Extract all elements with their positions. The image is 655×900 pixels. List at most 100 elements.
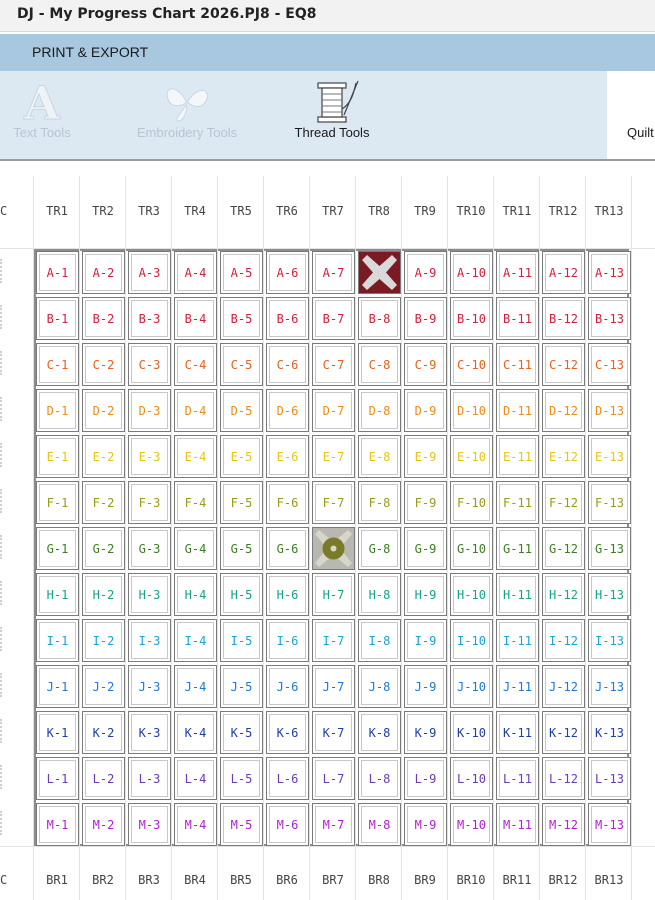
grid-cell[interactable]: G-12 <box>542 527 585 570</box>
grid-cell[interactable]: D-8 <box>358 389 401 432</box>
grid-cell[interactable]: H-6 <box>266 573 309 616</box>
grid-cell[interactable]: K-1 <box>36 711 79 754</box>
grid-cell[interactable]: F-1 <box>36 481 79 524</box>
grid-cell[interactable]: E-9 <box>404 435 447 478</box>
embroidery-tools-button[interactable]: Embroidery Tools <box>124 71 250 159</box>
grid-cell[interactable]: L-8 <box>358 757 401 800</box>
grid-cell[interactable]: G-11 <box>496 527 539 570</box>
grid-cell[interactable]: F-6 <box>266 481 309 524</box>
grid-cell[interactable]: M-10 <box>450 803 493 846</box>
grid-cell[interactable]: B-4 <box>174 297 217 340</box>
grid-cell[interactable]: M-3 <box>128 803 171 846</box>
text-tools-button[interactable]: A Text Tools <box>4 71 80 159</box>
grid-cell[interactable]: K-2 <box>82 711 125 754</box>
grid-cell[interactable]: H-7 <box>312 573 355 616</box>
grid-cell[interactable]: C-8 <box>358 343 401 386</box>
grid-cell[interactable]: F-4 <box>174 481 217 524</box>
grid-cell[interactable]: A-3 <box>128 251 171 294</box>
grid-cell[interactable]: I-8 <box>358 619 401 662</box>
grid-cell[interactable]: M-9 <box>404 803 447 846</box>
grid-cell[interactable]: H-1 <box>36 573 79 616</box>
grid-cell[interactable]: E-11 <box>496 435 539 478</box>
grid-cell[interactable]: I-9 <box>404 619 447 662</box>
grid-cell[interactable]: A-12 <box>542 251 585 294</box>
grid-cell[interactable]: H-10 <box>450 573 493 616</box>
grid-cell[interactable]: F-7 <box>312 481 355 524</box>
grid-cell[interactable]: K-12 <box>542 711 585 754</box>
grid-cell[interactable]: M-5 <box>220 803 263 846</box>
grid-cell[interactable]: H-3 <box>128 573 171 616</box>
grid-cell[interactable]: I-13 <box>588 619 631 662</box>
grid-cell[interactable]: D-7 <box>312 389 355 432</box>
grid-cell[interactable]: I-10 <box>450 619 493 662</box>
grid-cell[interactable]: B-1 <box>36 297 79 340</box>
grid-cell[interactable]: I-1 <box>36 619 79 662</box>
grid-cell[interactable]: A-10 <box>450 251 493 294</box>
grid-cell[interactable]: I-3 <box>128 619 171 662</box>
grid-cell[interactable]: L-10 <box>450 757 493 800</box>
grid-cell[interactable]: D-1 <box>36 389 79 432</box>
grid-cell[interactable]: L-1 <box>36 757 79 800</box>
grid-cell[interactable]: F-10 <box>450 481 493 524</box>
grid-cell[interactable]: K-8 <box>358 711 401 754</box>
grid-cell[interactable]: G-6 <box>266 527 309 570</box>
grid-cell[interactable]: J-13 <box>588 665 631 708</box>
grid-cell[interactable]: E-5 <box>220 435 263 478</box>
grid-cell[interactable]: L-2 <box>82 757 125 800</box>
grid-cell[interactable]: L-13 <box>588 757 631 800</box>
grid-cell[interactable]: B-10 <box>450 297 493 340</box>
grid-cell[interactable]: K-13 <box>588 711 631 754</box>
grid-cell[interactable]: D-11 <box>496 389 539 432</box>
grid-cell[interactable]: D-6 <box>266 389 309 432</box>
grid-cell[interactable]: K-4 <box>174 711 217 754</box>
grid-cell[interactable]: M-11 <box>496 803 539 846</box>
grid-cell[interactable]: G-2 <box>82 527 125 570</box>
grid-cell[interactable]: I-4 <box>174 619 217 662</box>
grid-cell[interactable]: G-9 <box>404 527 447 570</box>
grid-cell[interactable]: E-13 <box>588 435 631 478</box>
grid-cell[interactable]: A-5 <box>220 251 263 294</box>
grid-cell[interactable]: J-5 <box>220 665 263 708</box>
grid-cell[interactable]: D-2 <box>82 389 125 432</box>
grid-cell[interactable]: G-13 <box>588 527 631 570</box>
quilt-canvas[interactable]: C C TR1 TR2 TR3 TR4 TR5 TR6 TR7 TR8 TR9 TR10 TR11 T… <box>0 162 655 900</box>
placed-block-maroon-cross-block[interactable] <box>358 251 401 294</box>
grid-cell[interactable]: L-3 <box>128 757 171 800</box>
grid-cell[interactable]: C-9 <box>404 343 447 386</box>
grid-cell[interactable]: I-12 <box>542 619 585 662</box>
grid-cell[interactable]: J-12 <box>542 665 585 708</box>
grid-cell[interactable]: D-3 <box>128 389 171 432</box>
grid-cell[interactable]: E-2 <box>82 435 125 478</box>
grid-cell[interactable]: B-5 <box>220 297 263 340</box>
grid-cell[interactable]: B-13 <box>588 297 631 340</box>
grid-cell[interactable]: C-12 <box>542 343 585 386</box>
grid-cell[interactable]: B-7 <box>312 297 355 340</box>
grid-cell[interactable]: D-4 <box>174 389 217 432</box>
grid-cell[interactable]: F-5 <box>220 481 263 524</box>
grid-cell[interactable]: B-11 <box>496 297 539 340</box>
grid-cell[interactable]: D-10 <box>450 389 493 432</box>
grid-cell[interactable]: H-5 <box>220 573 263 616</box>
grid-cell[interactable]: M-2 <box>82 803 125 846</box>
grid-cell[interactable]: K-3 <box>128 711 171 754</box>
grid-cell[interactable]: A-1 <box>36 251 79 294</box>
grid-cell[interactable]: F-13 <box>588 481 631 524</box>
grid-cell[interactable]: E-6 <box>266 435 309 478</box>
grid-cell[interactable]: K-5 <box>220 711 263 754</box>
grid-cell[interactable]: L-11 <box>496 757 539 800</box>
grid-cell[interactable]: E-7 <box>312 435 355 478</box>
grid-cell[interactable]: G-8 <box>358 527 401 570</box>
grid-cell[interactable]: J-6 <box>266 665 309 708</box>
grid-cell[interactable]: A-9 <box>404 251 447 294</box>
grid-cell[interactable]: B-9 <box>404 297 447 340</box>
grid-cell[interactable]: G-10 <box>450 527 493 570</box>
grid-cell[interactable]: F-12 <box>542 481 585 524</box>
grid-cell[interactable]: G-5 <box>220 527 263 570</box>
grid-cell[interactable]: K-11 <box>496 711 539 754</box>
tab-print-export[interactable]: PRINT & EXPORT <box>32 44 148 60</box>
grid-cell[interactable]: I-11 <box>496 619 539 662</box>
grid-cell[interactable]: E-1 <box>36 435 79 478</box>
grid-cell[interactable]: E-12 <box>542 435 585 478</box>
grid-cell[interactable]: I-6 <box>266 619 309 662</box>
grid-cell[interactable]: M-12 <box>542 803 585 846</box>
